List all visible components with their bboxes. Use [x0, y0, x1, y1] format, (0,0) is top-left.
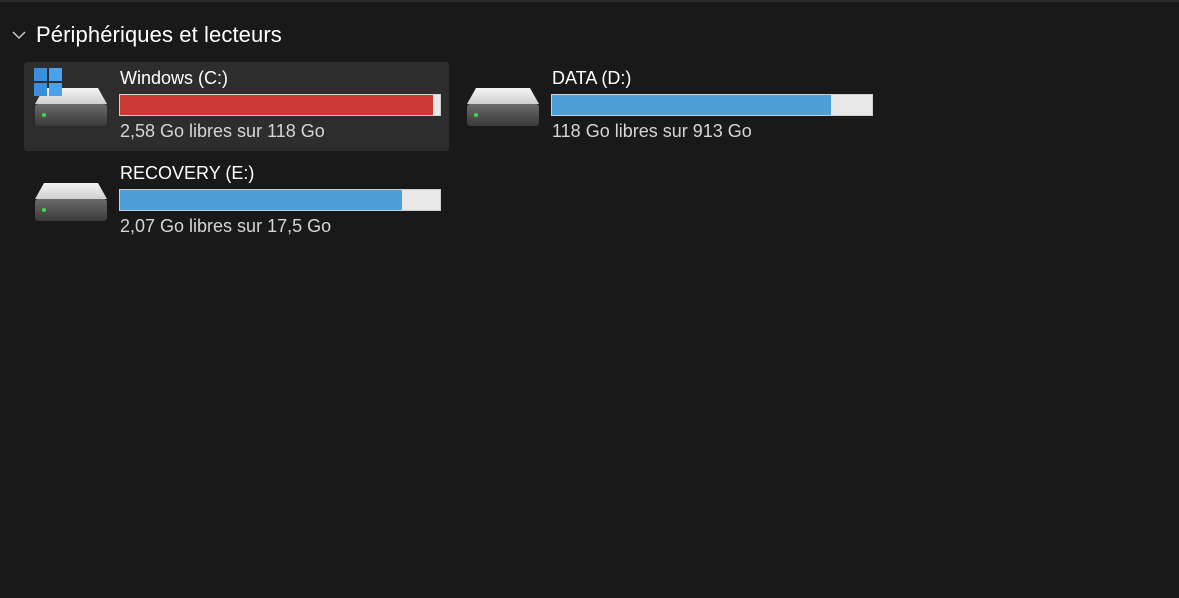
section-header-devices-and-drives[interactable]: Périphériques et lecteurs — [8, 18, 282, 52]
drive-label: RECOVERY (E:) — [120, 163, 255, 183]
drive-usage-bar — [119, 94, 441, 116]
drive-usage-bar — [551, 94, 873, 116]
chevron-down-icon[interactable] — [8, 24, 30, 46]
drive-usage-fill — [120, 190, 403, 210]
drive-usage-bar — [119, 189, 441, 211]
drive-tile-e[interactable]: RECOVERY (E:) 2,07 Go libres sur 17,5 Go — [24, 157, 449, 246]
drive-label: DATA (D:) — [552, 68, 632, 88]
hard-drive-icon — [467, 88, 539, 126]
windows-logo-icon — [34, 68, 62, 96]
drive-usage-fill — [120, 95, 433, 115]
drive-free-space: 2,58 Go libres sur 118 Go — [120, 121, 325, 141]
file-explorer-drives-view: Périphériques et lecteurs Windows (C:) 2… — [0, 0, 1179, 598]
drive-label: Windows (C:) — [120, 68, 229, 88]
drive-free-space: 118 Go libres sur 913 Go — [552, 121, 752, 141]
drive-tile-d[interactable]: DATA (D:) 118 Go libres sur 913 Go — [456, 62, 881, 151]
drive-tile-c[interactable]: Windows (C:) 2,58 Go libres sur 118 Go — [24, 62, 449, 151]
drive-usage-fill — [552, 95, 831, 115]
drive-free-space: 2,07 Go libres sur 17,5 Go — [120, 216, 332, 236]
section-title: Périphériques et lecteurs — [36, 22, 282, 47]
hard-drive-icon — [35, 183, 107, 221]
